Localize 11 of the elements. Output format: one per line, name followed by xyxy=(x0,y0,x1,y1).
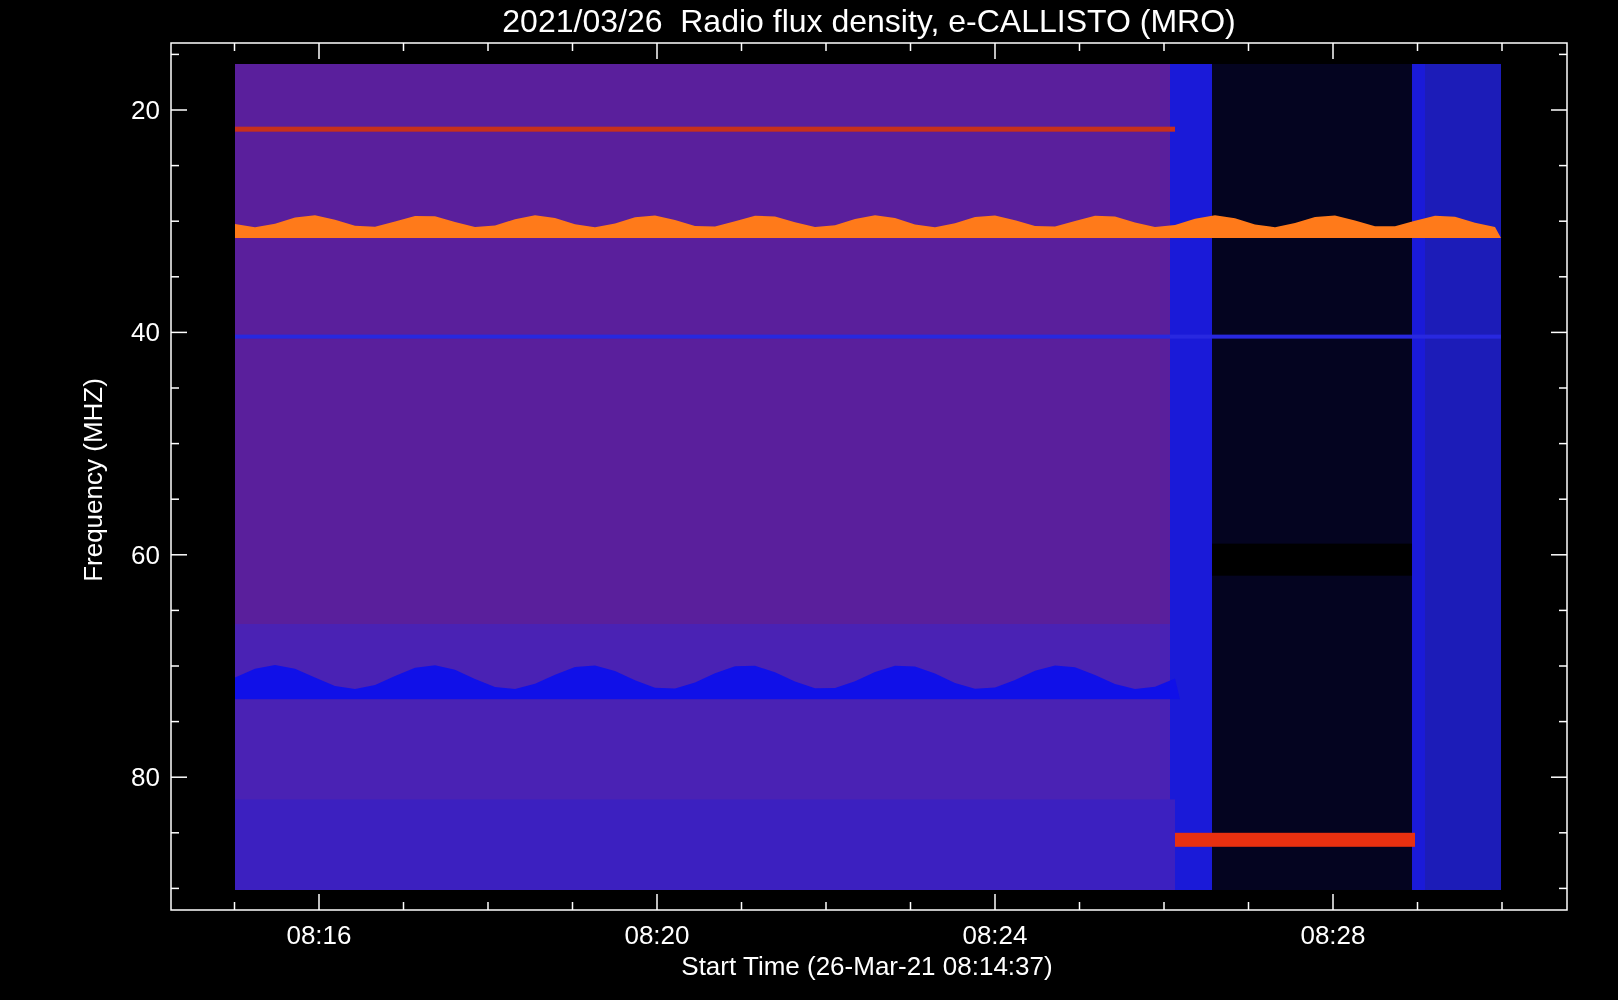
axis-tick-label: 08:28 xyxy=(1300,920,1366,950)
axis-tick-label: 60 xyxy=(131,539,160,570)
chart-title: 2021/03/26 Radio flux density, e-CALLISTO (MRO) xyxy=(502,3,1236,39)
axis-label: Start Time (26-Mar-21 08:14:37) xyxy=(681,951,1053,981)
axis-tick-label: 08:16 xyxy=(286,920,352,950)
axis-tick-label: 08:20 xyxy=(624,920,690,950)
axis-tick-label: 20 xyxy=(131,95,160,125)
axis-label: Frequency (MHZ) xyxy=(78,378,108,582)
axis-tick-label: 40 xyxy=(131,317,160,348)
axis-tick-label: 80 xyxy=(131,762,160,793)
axis-tick-label: 08:24 xyxy=(962,920,1028,950)
